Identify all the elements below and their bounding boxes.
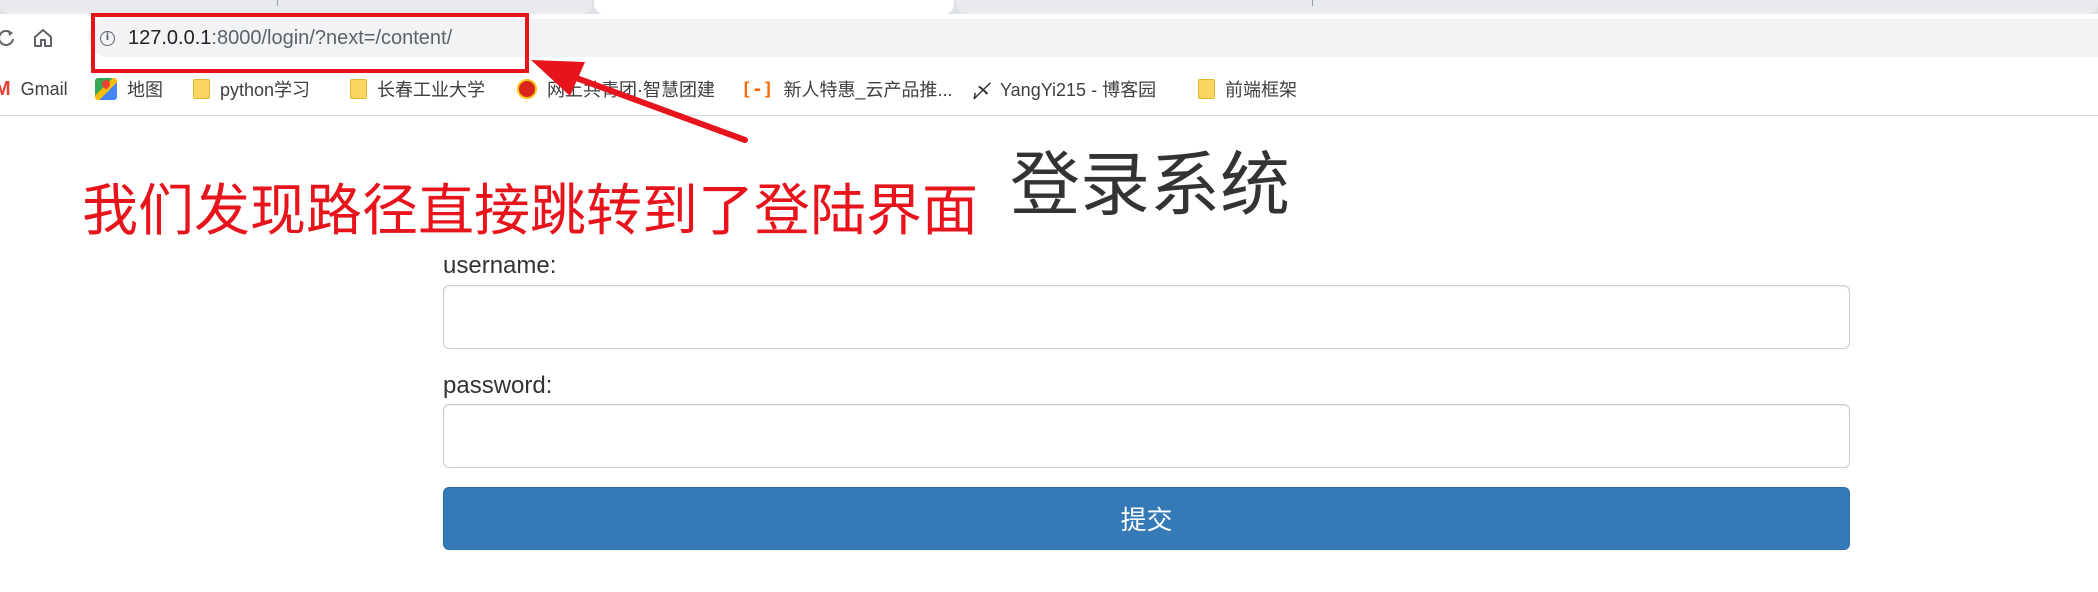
username-label: username: (443, 252, 557, 279)
tab-inactive[interactable] (0, 0, 592, 14)
bookmark-maps[interactable]: 地图 (95, 76, 163, 102)
tab-separator (1312, 0, 1313, 6)
submit-button[interactable]: 提交 (443, 487, 1850, 550)
bookmark-python[interactable]: python学习 (193, 76, 310, 102)
bookmark-gmail[interactable]: M Gmail (0, 76, 68, 102)
tab-inactive[interactable] (956, 0, 2098, 14)
cnblogs-icon: 〆 (970, 78, 990, 103)
bookmark-ccut[interactable]: 长春工业大学 (350, 76, 485, 102)
maps-icon (95, 78, 117, 100)
bookmark-label: 地图 (127, 80, 163, 100)
bookmark-aliyun[interactable]: [-] 新人特惠_云产品推... (741, 76, 953, 102)
bookmark-label: YangYi215 - 博客园 (1000, 80, 1157, 100)
bookmark-label: 前端框架 (1225, 80, 1297, 100)
reload-icon[interactable] (0, 24, 20, 52)
bookmark-label: Gmail (20, 78, 68, 99)
folder-icon (350, 79, 367, 99)
bookmark-frontend[interactable]: 前端框架 (1198, 76, 1297, 102)
bookmark-cnblogs[interactable]: 〆 YangYi215 - 博客园 (970, 76, 1157, 103)
folder-icon (1198, 79, 1215, 99)
password-label: password: (443, 372, 553, 399)
tab-active[interactable] (594, 0, 954, 14)
tab-separator (277, 0, 278, 6)
gmail-icon: M (0, 77, 11, 100)
aliyun-icon: [-] (741, 78, 774, 100)
bookmark-label: 网上共青团·智慧团建 (547, 80, 715, 100)
bookmark-youth-league[interactable]: 网上共青团·智慧团建 (517, 76, 715, 102)
annotation-highlight-box (91, 13, 529, 73)
tab-strip (0, 0, 2098, 14)
party-emblem-icon (517, 79, 537, 99)
bookmark-label: 长春工业大学 (377, 80, 485, 100)
home-icon[interactable] (29, 24, 57, 52)
bookmark-label: 新人特惠_云产品推... (783, 80, 953, 100)
annotation-text: 我们发现路径直接跳转到了登陆界面 (82, 179, 978, 242)
password-input[interactable] (443, 404, 1850, 468)
folder-icon (193, 79, 210, 99)
bookmark-label: python学习 (220, 80, 311, 100)
page-title: 登录系统 (1010, 146, 1290, 224)
username-input[interactable] (443, 285, 1850, 349)
